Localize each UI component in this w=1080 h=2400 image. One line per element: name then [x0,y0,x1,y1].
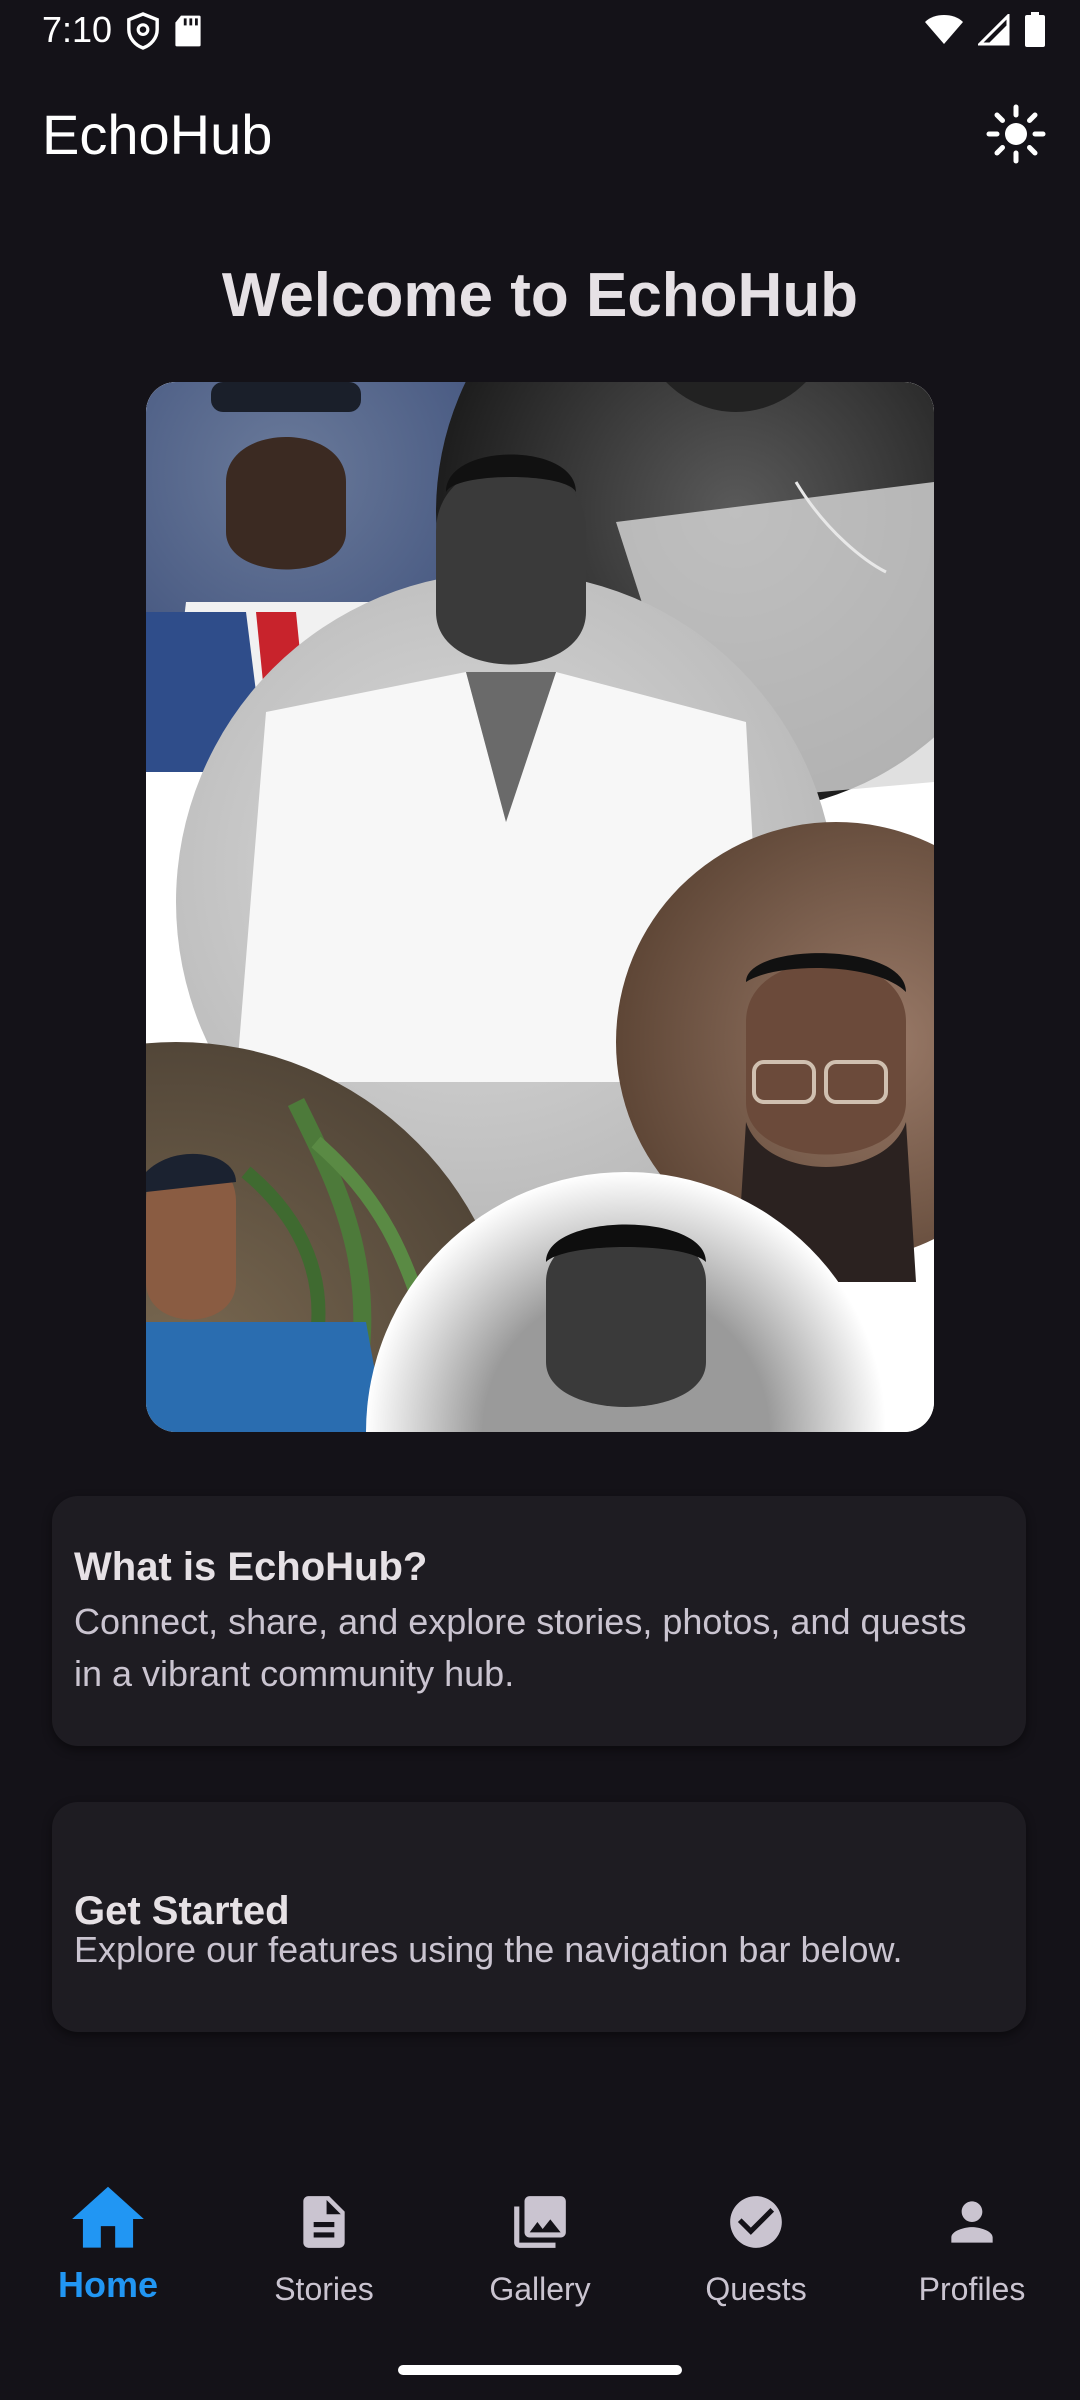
about-card: What is EchoHub? Connect, share, and exp… [52,1496,1026,1746]
home-icon [65,2176,151,2262]
about-card-body: Connect, share, and explore stories, pho… [74,1601,967,1694]
photo-library-icon [502,2184,578,2260]
app-bar: EchoHub [0,92,1080,178]
nav-label-profiles: Profiles [918,2271,1026,2307]
article-icon [286,2184,362,2260]
profile-photo-collage [146,382,934,1432]
about-card-title: What is EchoHub? [74,1545,428,1589]
gesture-navigation-handle[interactable] [398,2365,682,2375]
welcome-title: Welcome to EchoHub [221,261,859,330]
battery-icon [1024,12,1046,53]
get-started-card-body: Explore our features using the navigatio… [74,1929,903,1970]
nav-label-gallery: Gallery [489,2271,591,2307]
nav-label-quests: Quests [705,2271,807,2307]
shield-icon [126,12,160,55]
status-bar: 7:10 [0,0,1080,62]
theme-toggle-button[interactable] [984,104,1048,168]
light-mode-icon [986,104,1046,169]
status-right-icons [924,12,1046,53]
nav-item-stories[interactable]: Stories [216,2150,432,2350]
status-left-icons [126,12,202,55]
screen: 7:10 EchoHub Welcome to EchoHub What is … [0,0,1080,2400]
status-time: 7:10 [42,9,113,50]
nav-item-profiles[interactable]: Profiles [864,2150,1080,2350]
get-started-card: Get Started Explore our features using t… [52,1802,1026,2032]
sd-card-icon [174,14,202,53]
nav-label-stories: Stories [274,2271,374,2307]
bottom-navigation-bar: Home Stories Gallery Quests Profiles [0,2150,1080,2350]
person-icon [934,2184,1010,2260]
check-circle-icon [718,2184,794,2260]
nav-item-home[interactable]: Home [0,2150,216,2350]
wifi-icon [924,14,964,51]
nav-item-gallery[interactable]: Gallery [432,2150,648,2350]
app-title: EchoHub [42,103,273,166]
nav-item-quests[interactable]: Quests [648,2150,864,2350]
cellular-signal-icon [976,12,1010,51]
nav-label-home: Home [57,2264,159,2305]
